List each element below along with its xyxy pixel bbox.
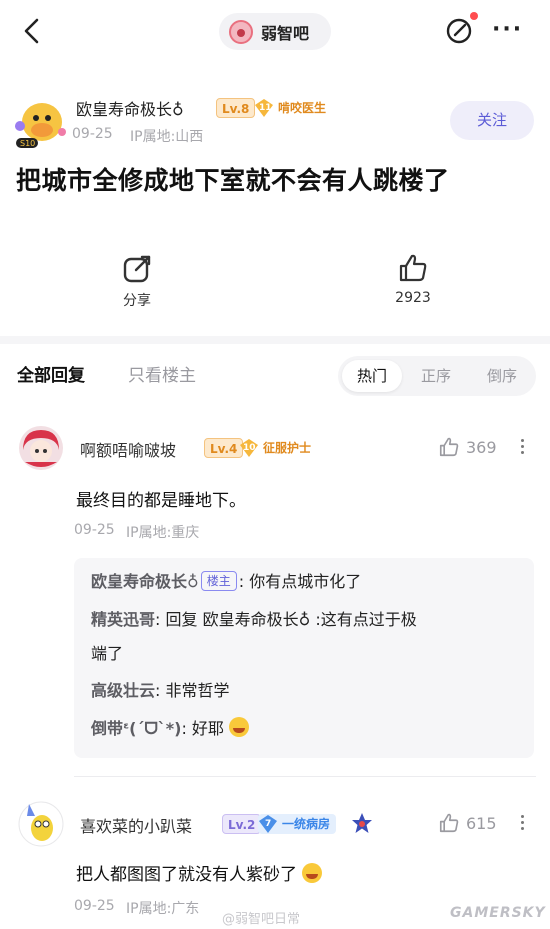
post-like-count: 2923: [395, 290, 431, 306]
reply-author[interactable]: 精英迅哥: [91, 610, 155, 629]
thumbs-up-icon: [439, 813, 459, 833]
comment-text: 把人都图图了就没有人紫砂了: [76, 860, 323, 885]
share-button[interactable]: 分享: [97, 254, 177, 310]
op-title-badge-num: 11: [259, 103, 272, 113]
op-title-badge: 11 啃咬医生: [254, 98, 326, 118]
thumbs-up-icon: [439, 437, 459, 457]
reply-text: : 非常哲学: [155, 681, 230, 700]
forum-name: 弱智吧: [261, 23, 310, 43]
reply-text-continued: 端了: [91, 644, 124, 663]
section-divider: [0, 336, 550, 344]
post-like-button[interactable]: 2923: [373, 252, 453, 306]
comment-title-badge-text: 一统病房: [282, 817, 331, 831]
comment-title-badge-num: 7: [265, 819, 272, 829]
comment-title-badge: 10 征服护士: [239, 438, 311, 458]
notification-dot: [470, 12, 478, 20]
op-ip: IP属地:山西: [130, 129, 204, 145]
op-name[interactable]: 欧皇寿命极长♁: [76, 96, 184, 120]
reply-author[interactable]: 欧皇寿命极长♁: [91, 572, 199, 591]
more-icon[interactable]: ···: [492, 19, 523, 41]
forum-pill[interactable]: 弱智吧: [219, 13, 331, 50]
comment-like-button[interactable]: 615: [438, 812, 497, 834]
op-avatar[interactable]: S10: [12, 96, 66, 150]
follow-button[interactable]: 关注: [450, 101, 534, 140]
sort-group: 热门 正序 倒序: [338, 356, 536, 396]
comment-title-badge-text: 征服护士: [263, 441, 312, 455]
reply-item: 高级壮云: 非常哲学: [91, 679, 230, 703]
comment-date: 09-25: [74, 898, 115, 914]
reply-box[interactable]: 欧皇寿命极长♁ 楼主: 你有点城市化了 精英迅哥: 回复 欧皇寿命极长♁ :这有点…: [74, 558, 534, 758]
comment-avatar[interactable]: [17, 800, 65, 848]
comment-divider: [74, 776, 536, 777]
comment-like-count: 615: [466, 813, 497, 833]
comment-more-icon[interactable]: [519, 812, 525, 833]
grin-emoji-icon: [229, 717, 250, 737]
comment-author[interactable]: 啊额唔喻啵坡: [80, 437, 176, 461]
reply-text: : 回复 欧皇寿命极长♁ :这有点过于极: [155, 610, 417, 629]
comment-level-badge: Lv.2: [222, 814, 262, 834]
post-title: 把城市全修成地下室就不会有人跳楼了: [16, 166, 450, 195]
comment-text: 最终目的都是睡地下。: [76, 491, 246, 511]
back-arrow-icon[interactable]: [18, 16, 48, 46]
comment-ip: IP属地:广东: [126, 901, 200, 917]
share-icon: [123, 255, 151, 283]
star-badge-icon: [352, 813, 372, 833]
op-title-badge-text: 啃咬医生: [278, 101, 327, 115]
comment-title-badge: 7 一统病房: [258, 814, 337, 834]
comment-like-count: 369: [466, 437, 497, 457]
comment-author[interactable]: 喜欢菜的小趴菜: [80, 813, 192, 837]
thumbs-up-icon: [399, 254, 427, 282]
top-bar: 弱智吧 ···: [0, 0, 550, 62]
comment-level-badge: Lv.4: [204, 438, 244, 458]
reply-text: : 好耶: [181, 719, 224, 738]
sort-hot[interactable]: 热门: [342, 360, 402, 392]
edit-icon[interactable]: [444, 16, 474, 46]
tab-all-replies[interactable]: 全部回复: [17, 361, 85, 386]
comment-ip: IP属地:重庆: [126, 525, 200, 541]
op-tag: 楼主: [200, 571, 237, 591]
forum-avatar: [229, 19, 253, 44]
yum-emoji-icon: [302, 863, 323, 883]
tab-op-only[interactable]: 只看楼主: [128, 361, 196, 386]
svg-text:S10: S10: [20, 139, 35, 148]
share-label: 分享: [123, 293, 151, 309]
comment-more-icon[interactable]: [519, 436, 525, 457]
watermark: @弱智吧日常: [222, 912, 301, 927]
reply-author[interactable]: 高级壮云: [91, 681, 155, 700]
sort-ascending[interactable]: 正序: [406, 360, 466, 392]
op-level-badge: Lv.8: [216, 98, 256, 118]
watermark-gamersky: GAMERSKY: [450, 905, 546, 921]
comment-avatar[interactable]: [17, 424, 65, 472]
reply-item: 精英迅哥: 回复 欧皇寿命极长♁ :这有点过于极: [91, 608, 417, 632]
op-date: 09-25: [72, 126, 113, 142]
comment-text-content: 把人都图图了就没有人紫砂了: [76, 865, 297, 885]
comment-like-button[interactable]: 369: [438, 436, 497, 458]
reply-item: 欧皇寿命极长♁ 楼主: 你有点城市化了: [91, 570, 361, 594]
comment-title-badge-num: 10: [243, 443, 256, 453]
sort-descending[interactable]: 倒序: [472, 360, 532, 392]
reply-item: 倒带ᵋ(ˊᗜˋ*): 好耶: [91, 717, 250, 741]
comment-date: 09-25: [74, 522, 115, 538]
reply-author[interactable]: 倒带ᵋ(ˊᗜˋ*): [91, 719, 181, 738]
reply-text: : 你有点城市化了: [238, 572, 362, 591]
